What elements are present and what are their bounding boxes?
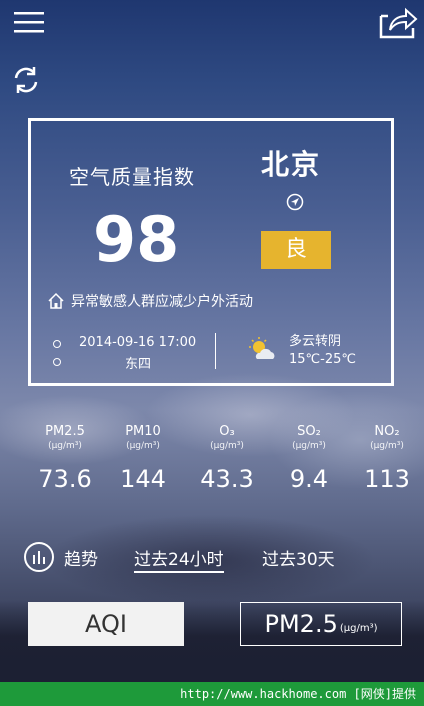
pollutant-so2[interactable]: SO₂ (μg/m³) 9.4 <box>274 424 344 493</box>
home-icon <box>47 292 65 310</box>
pm25-button[interactable]: PM2.5 (μg/m³) <box>240 602 402 646</box>
time-dot-icon <box>53 340 61 348</box>
tab-past-24-hours[interactable]: 过去24小时 <box>134 545 224 573</box>
watermark-footer: http://www.hackhome.com [网侠]提供 <box>0 682 424 706</box>
pollutant-pm25[interactable]: PM2.5 (μg/m³) 73.6 <box>30 424 100 493</box>
pollutant-unit: (μg/m³) <box>292 441 326 451</box>
update-time: 2014-09-16 17:00 <box>79 335 197 350</box>
weather-info: 多云转阴 15℃-25℃ <box>289 333 356 369</box>
partly-cloudy-icon <box>249 337 277 363</box>
pm25-button-unit: (μg/m³) <box>339 622 378 634</box>
pollutant-pm10[interactable]: PM10 (μg/m³) 144 <box>108 424 178 493</box>
pollutant-name: PM2.5 <box>45 424 85 439</box>
aqi-title: 空气质量指数 <box>69 165 195 189</box>
pollutant-no2[interactable]: NO₂ (μg/m³) 113 <box>352 424 422 493</box>
station-name: 东四 <box>125 357 152 372</box>
pollutant-value: 144 <box>120 465 166 493</box>
weather-condition: 多云转阴 <box>289 334 342 349</box>
pollutant-name: O₃ <box>219 424 235 439</box>
aqi-level-badge: 良 <box>261 231 331 269</box>
refresh-icon[interactable] <box>10 64 42 96</box>
share-icon[interactable] <box>378 6 418 40</box>
health-advice-text: 异常敏感人群应减少户外活动 <box>71 294 253 310</box>
location-icon[interactable] <box>286 193 304 211</box>
tab-past-30-days[interactable]: 过去30天 <box>262 545 335 570</box>
pollutant-list: PM2.5 (μg/m³) 73.6 PM10 (μg/m³) 144 O₃ (… <box>0 424 424 504</box>
pollutant-value: 9.4 <box>289 465 329 493</box>
pollutant-unit: (μg/m³) <box>126 441 160 451</box>
aqi-card: 空气质量指数 98 北京 良 异常敏感人群应减少户外活动 2014-09-16 … <box>28 118 394 386</box>
city-name[interactable]: 北京 <box>261 143 321 183</box>
pollutant-unit: (μg/m³) <box>48 441 82 451</box>
pollutant-value: 43.3 <box>200 465 254 493</box>
pollutant-o3[interactable]: O₃ (μg/m³) 43.3 <box>192 424 262 493</box>
aqi-button[interactable]: AQI <box>28 602 184 646</box>
trend-label: 趋势 <box>64 549 98 570</box>
pollutant-value: 73.6 <box>38 465 92 493</box>
bar-chart-icon <box>24 542 54 572</box>
health-advice: 异常敏感人群应减少户外活动 <box>47 291 253 311</box>
pollutant-name: PM10 <box>125 424 161 439</box>
menu-icon[interactable] <box>12 10 46 34</box>
station-dot-icon <box>53 358 61 366</box>
pollutant-unit: (μg/m³) <box>210 441 244 451</box>
pollutant-name: SO₂ <box>297 424 321 439</box>
pollutant-unit: (μg/m³) <box>370 441 404 451</box>
trend-section: 趋势 <box>24 540 98 574</box>
card-divider <box>215 333 216 369</box>
pollutant-value: 113 <box>364 465 410 493</box>
pm25-button-label: PM2.5 <box>264 610 338 638</box>
aqi-value: 98 <box>93 203 180 276</box>
temperature-range: 15℃-25℃ <box>289 352 356 367</box>
pollutant-name: NO₂ <box>374 424 400 439</box>
